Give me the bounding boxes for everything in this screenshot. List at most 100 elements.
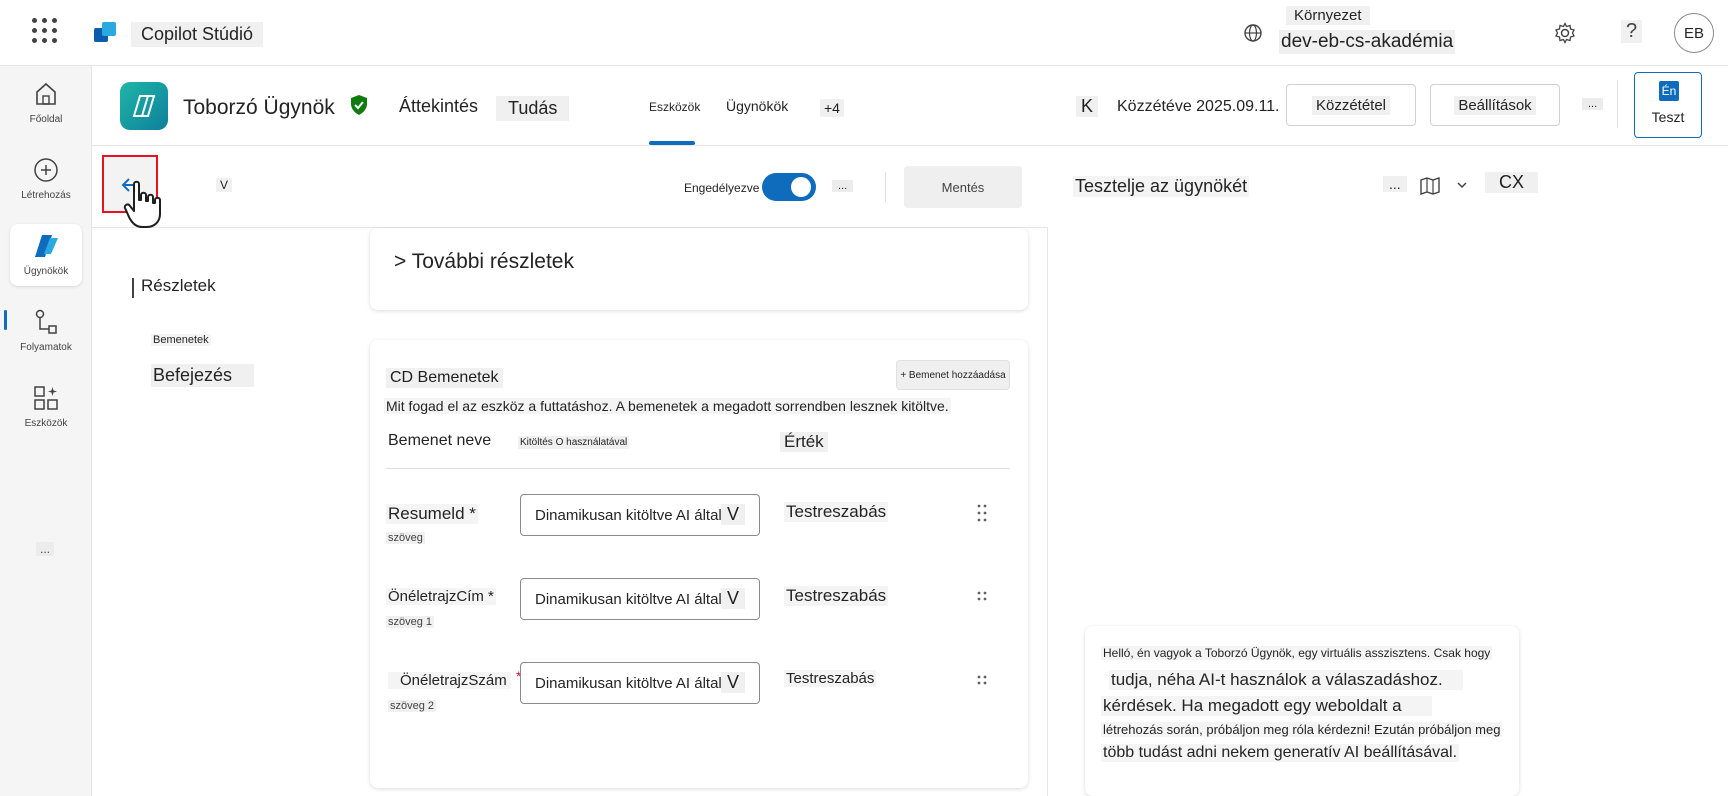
- inputs-title: CD Bemenetek: [386, 368, 503, 388]
- left-rail: Főoldal Létrehozás Ügynökök Folyamatok E…: [0, 66, 92, 796]
- fill-method-select[interactable]: Dinamikusan kitöltve AI által V: [520, 662, 760, 704]
- input-row: Resumeld * szöveg Dinamikusan kitöltve A…: [370, 494, 1028, 584]
- chevron-down-icon: V: [721, 504, 746, 525]
- input-name: Resumeld *: [386, 504, 478, 524]
- rail-item-agents[interactable]: Ügynökök: [10, 224, 82, 286]
- rail-label-create: Létrehozás: [21, 190, 71, 201]
- settings-button-label: Beállítások: [1454, 95, 1536, 115]
- fill-method-value: Dinamikusan kitöltve AI által: [535, 675, 722, 692]
- section-nav-inputs[interactable]: Bemenetek: [151, 334, 211, 346]
- chevron-down-icon[interactable]: [1455, 178, 1469, 192]
- tab-overview[interactable]: Áttekintés: [399, 96, 478, 117]
- table-divider: [386, 468, 1010, 469]
- rail-item-home[interactable]: Főoldal: [10, 72, 82, 134]
- chat-message-line: Helló, én vagyok a Toborzó Ügynök, egy v…: [1101, 646, 1493, 660]
- toolbar-divider: [885, 172, 886, 202]
- published-status: Közzétéve 2025.09.11.: [1117, 98, 1280, 115]
- close-button[interactable]: CX: [1485, 172, 1539, 193]
- input-type: szöveg 2: [388, 700, 437, 712]
- header-more-button[interactable]: ...: [1582, 98, 1604, 110]
- tab-knowledge[interactable]: Tudás: [496, 96, 570, 121]
- input-type: szöveg: [386, 532, 425, 544]
- app-name: Copilot Stúdió: [131, 22, 264, 47]
- customize-link[interactable]: Testreszabás: [784, 670, 877, 687]
- rail-more-button[interactable]: ...: [36, 542, 55, 556]
- test-panel: Tesztelje az ügynökét ... CX Helló, én v…: [1049, 146, 1728, 796]
- save-button[interactable]: Mentés: [904, 166, 1022, 208]
- header-divider: [1617, 80, 1618, 128]
- fill-method-select[interactable]: Dinamikusan kitöltve AI által V: [520, 494, 760, 536]
- copilot-studio-logo: [94, 22, 116, 42]
- environment-picker[interactable]: dev-eb-cs-akadémia: [1279, 30, 1456, 54]
- more-details-card: > További részletek: [370, 228, 1028, 310]
- chevron-down-icon: V: [721, 588, 746, 609]
- fill-method-value: Dinamikusan kitöltve AI által: [535, 507, 722, 524]
- hand-cursor-icon: [123, 180, 161, 228]
- customize-link[interactable]: Testreszabás: [784, 586, 889, 606]
- gear-icon[interactable]: [1553, 21, 1577, 45]
- app-launcher-icon[interactable]: [32, 18, 58, 44]
- editor-toolbar: V Engedélyezve ... Mentés: [92, 146, 1048, 228]
- rail-label-home: Főoldal: [29, 114, 63, 125]
- drag-handle-icon[interactable]: [976, 502, 988, 524]
- flow-icon: [35, 309, 57, 334]
- tool-editor: V Engedélyezve ... Mentés Részletek Beme…: [92, 146, 1048, 796]
- toolbar-more-button[interactable]: ...: [832, 180, 854, 192]
- fill-method-value: Dinamikusan kitöltve AI által: [535, 591, 722, 608]
- input-row: ÖnéletrajzSzám * szöveg 2 Dinamikusan ki…: [370, 662, 1028, 752]
- map-icon[interactable]: [1419, 176, 1441, 196]
- rail-item-create[interactable]: Létrehozás: [10, 148, 82, 210]
- add-input-button[interactable]: + Bemenet hozzáadása: [896, 360, 1010, 390]
- chevron-down-icon: V: [721, 672, 746, 693]
- section-nav: Részletek Bemenetek Befejezés: [92, 228, 332, 796]
- agent-name: Toborzó Ügynök: [183, 96, 335, 119]
- plus-circle-icon: [34, 158, 58, 182]
- chat-message-line: tudja, néha AI-t használok a válaszadásh…: [1109, 670, 1463, 690]
- chat-message-line: kérdések. Ha megadott egy weboldalt a: [1101, 696, 1432, 716]
- help-icon[interactable]: ?: [1621, 20, 1643, 43]
- agent-header: Toborzó Ügynök Áttekintés Tudás Eszközök…: [92, 66, 1728, 146]
- rail-item-flows[interactable]: Folyamatok: [10, 300, 82, 362]
- test-panel-title: Tesztelje az ügynökét: [1073, 176, 1250, 197]
- top-bar: Copilot Stúdió Környezet dev-eb-cs-akadé…: [0, 0, 1728, 66]
- tab-tools[interactable]: Eszközök: [649, 100, 700, 114]
- agent-avatar-icon: [120, 82, 168, 130]
- rail-active-indicator: [4, 310, 7, 330]
- active-tab-indicator: [649, 141, 695, 145]
- tab-agents[interactable]: Ügynökök: [726, 98, 788, 114]
- avatar[interactable]: EB: [1674, 13, 1714, 53]
- section-nav-details[interactable]: Részletek: [141, 276, 216, 296]
- section-nav-indicator: [132, 278, 134, 298]
- publish-button[interactable]: Közzététel: [1286, 84, 1416, 126]
- drag-handle-icon[interactable]: [976, 586, 988, 608]
- test-chat-icon: Én: [1659, 81, 1679, 101]
- input-row: ÖnéletrajzCím * szöveg 1 Dinamikusan kit…: [370, 578, 1028, 668]
- tools-icon: [34, 386, 58, 410]
- section-nav-completion[interactable]: Befejezés: [151, 364, 255, 387]
- test-button-label: Teszt: [1651, 109, 1685, 125]
- chat-message: Helló, én vagyok a Toborzó Ügynök, egy v…: [1085, 626, 1519, 796]
- rail-label-agents: Ügynökök: [23, 266, 69, 277]
- input-name: ÖnéletrajzCím *: [386, 588, 496, 605]
- more-details-toggle[interactable]: > További részletek: [394, 250, 574, 274]
- column-header-name: Bemenet neve: [388, 432, 492, 449]
- test-button[interactable]: Én Teszt: [1634, 72, 1702, 138]
- tool-dropdown-chevron[interactable]: V: [216, 178, 233, 192]
- shield-check-icon: [351, 95, 367, 115]
- settings-button[interactable]: Beállítások: [1430, 84, 1560, 126]
- test-panel-more-button[interactable]: ...: [1383, 176, 1407, 192]
- chat-message-line: létrehozás során, próbáljon meg róla kér…: [1101, 722, 1503, 737]
- drag-handle-icon[interactable]: [976, 670, 988, 692]
- customize-link[interactable]: Testreszabás: [784, 502, 889, 522]
- column-header-value: Érték: [780, 432, 828, 452]
- rail-item-tools[interactable]: Eszközök: [10, 376, 82, 438]
- input-type: szöveg 1: [386, 616, 435, 628]
- fill-method-select[interactable]: Dinamikusan kitöltve AI által V: [520, 578, 760, 620]
- globe-icon: [1244, 24, 1262, 42]
- inputs-description: Mit fogad el az eszköz a futtatáshoz. A …: [384, 398, 951, 414]
- tab-more[interactable]: +4: [820, 99, 844, 117]
- toggle-knob: [791, 177, 811, 197]
- enabled-label: Engedélyezve: [684, 181, 760, 195]
- rail-label-flows: Folyamatok: [20, 342, 72, 353]
- enabled-toggle[interactable]: [762, 173, 816, 201]
